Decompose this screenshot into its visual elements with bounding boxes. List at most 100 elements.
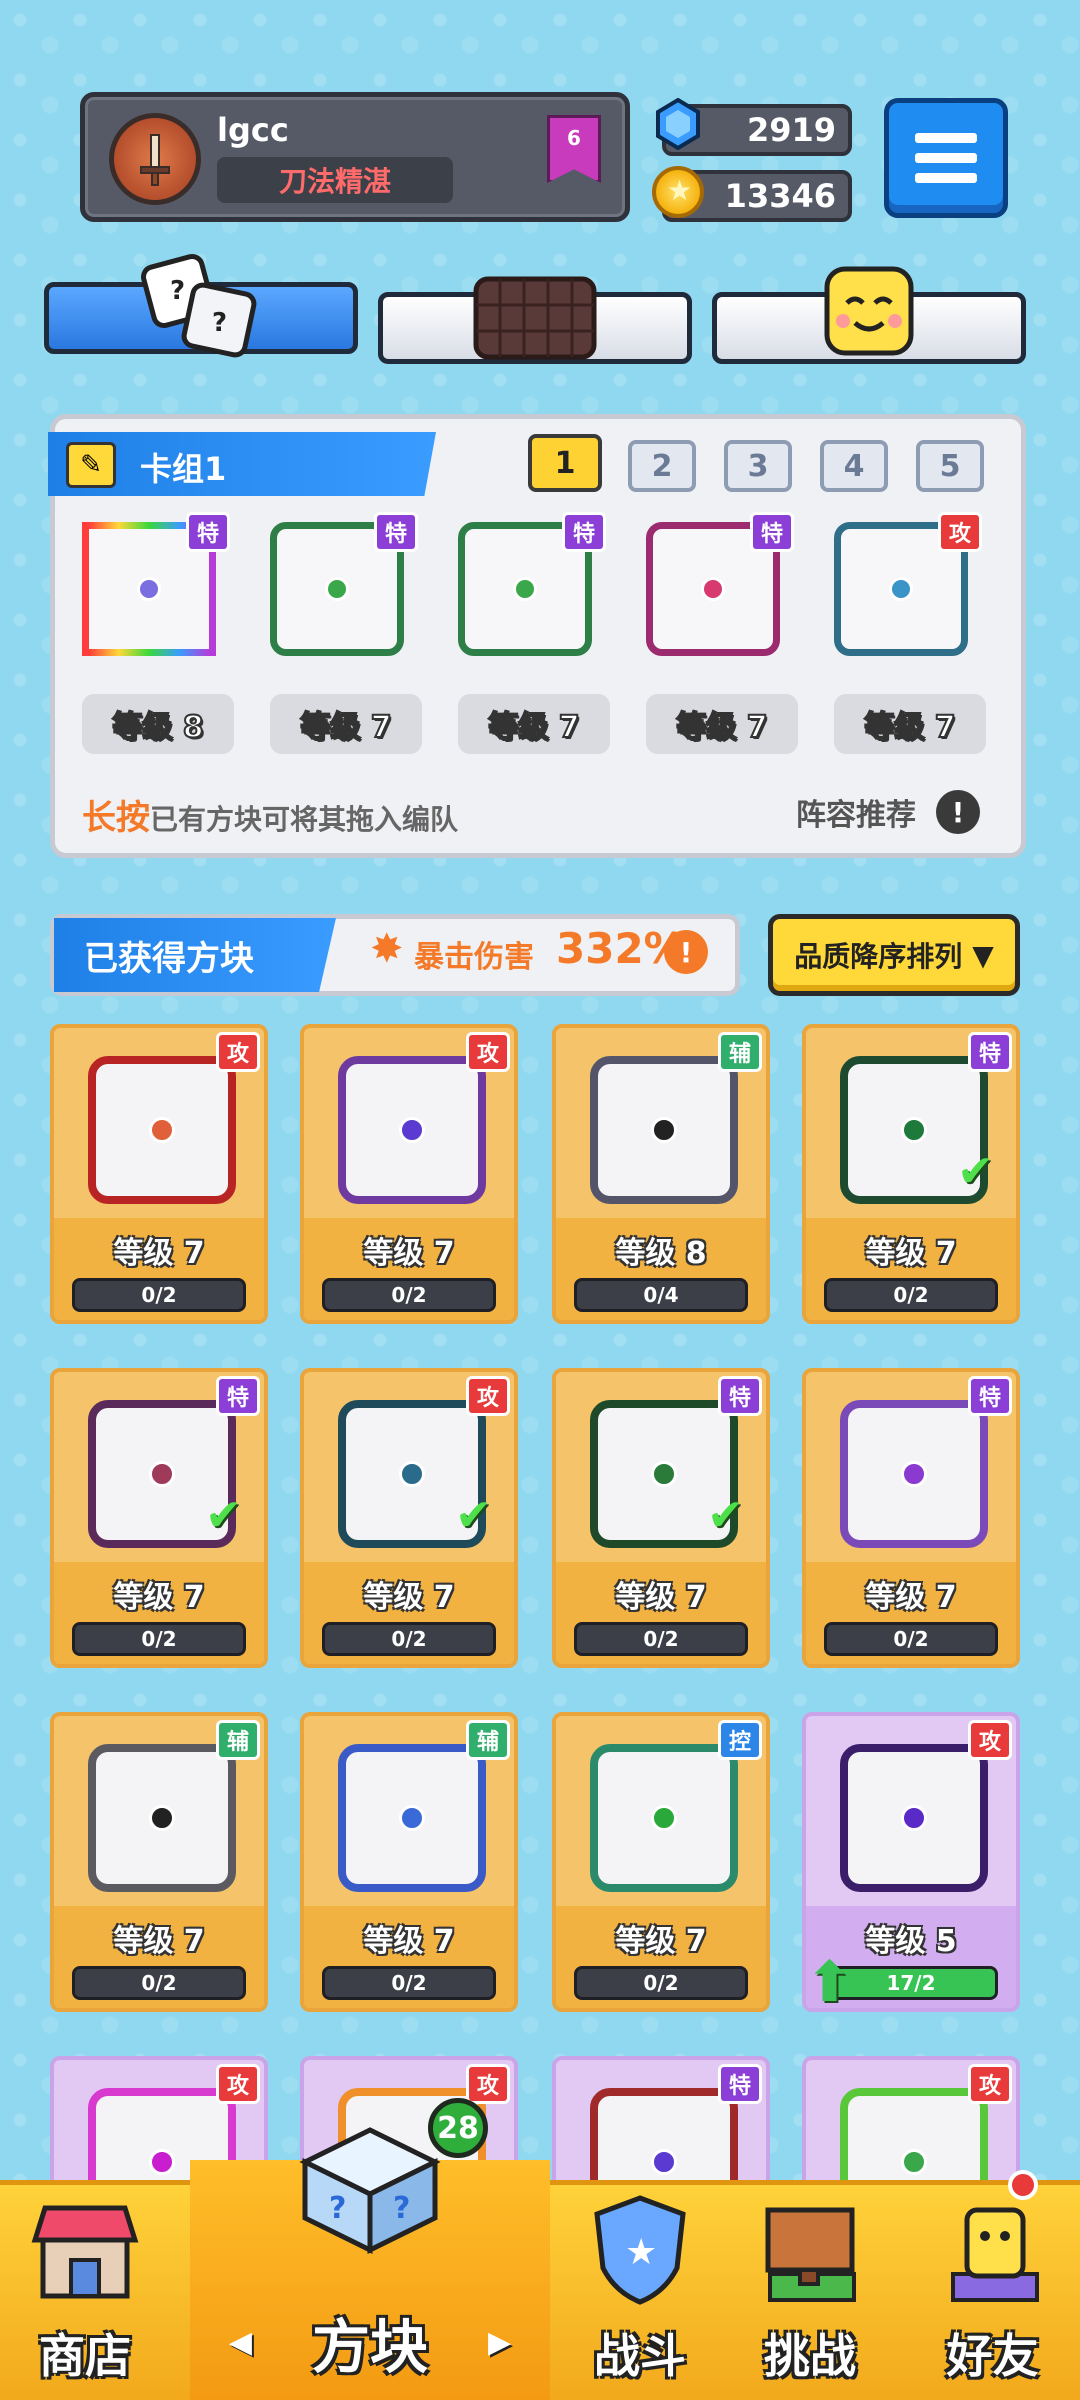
type-tag: 攻 bbox=[466, 1376, 510, 1416]
block-art bbox=[840, 1744, 988, 1892]
friend-robot-icon bbox=[950, 2207, 1039, 2302]
block-dot bbox=[399, 1805, 425, 1831]
block-card[interactable]: 辅等级 7 0/2 bbox=[300, 1712, 518, 2012]
recommend-lineup-button[interactable]: 阵容推荐 ! bbox=[796, 790, 980, 834]
block-dot bbox=[651, 2149, 677, 2175]
gem-icon bbox=[652, 97, 704, 151]
sort-label: 品质降序排列 bbox=[794, 940, 963, 973]
block-card[interactable]: 攻等级 5 17/2 ⬆ bbox=[802, 1712, 1020, 2012]
progress-text: 0/2 bbox=[391, 1971, 427, 1995]
block-dot bbox=[701, 577, 725, 601]
block-art bbox=[338, 1056, 486, 1204]
block-dot bbox=[149, 1117, 175, 1143]
block-art bbox=[590, 1744, 738, 1892]
nav-battle-label: 战斗 bbox=[594, 2329, 686, 2383]
block-card[interactable]: 攻等级 7 0/2 ✔ bbox=[300, 1368, 518, 1668]
signboard-icon bbox=[765, 2207, 856, 2302]
sort-button[interactable]: 品质降序排列 ▼ bbox=[768, 914, 1020, 996]
block-card[interactable]: 辅等级 8 0/4 bbox=[552, 1024, 770, 1324]
nav-shop[interactable]: 商店 bbox=[0, 2180, 170, 2400]
nav-blocks-label: 方块 bbox=[311, 2313, 428, 2381]
avatar[interactable] bbox=[109, 113, 201, 205]
card-progress: 0/2 bbox=[322, 1278, 496, 1312]
notification-dot-icon bbox=[1008, 2170, 1038, 2200]
card-progress: 0/2 bbox=[322, 1622, 496, 1656]
nav-challenge[interactable]: 挑战 bbox=[730, 2180, 890, 2400]
block-card[interactable]: 特等级 7 0/2 bbox=[802, 1368, 1020, 1668]
progress-text: 0/2 bbox=[893, 1627, 929, 1651]
type-tag: 攻 bbox=[938, 512, 982, 552]
type-tag: 攻 bbox=[216, 1032, 260, 1072]
deck-number-5[interactable]: 5 bbox=[916, 440, 984, 492]
card-level: 等级 7 bbox=[615, 1924, 707, 1959]
deck-number-1[interactable]: 1 bbox=[528, 434, 602, 492]
tab-emote[interactable] bbox=[712, 266, 1026, 364]
deck-slot[interactable]: 特 bbox=[440, 508, 610, 678]
block-art bbox=[88, 1056, 236, 1204]
card-progress: 0/2 bbox=[574, 1966, 748, 2000]
deck-number-3[interactable]: 3 bbox=[724, 440, 792, 492]
block-dot bbox=[651, 1805, 677, 1831]
crit-burst-icon: ✸ bbox=[370, 926, 404, 972]
nav-friends-label: 好友 bbox=[946, 2329, 1039, 2383]
profile-panel[interactable]: lgcc 刀法精湛 6 bbox=[80, 92, 630, 222]
progress-text: 0/2 bbox=[643, 1627, 679, 1651]
prev-arrow-icon[interactable]: ◀ bbox=[229, 2325, 252, 2360]
card-progress: 0/2 bbox=[72, 1278, 246, 1312]
block-card[interactable]: 攻等级 7 0/2 bbox=[300, 1024, 518, 1324]
next-arrow-icon[interactable]: ▶ bbox=[488, 2325, 511, 2360]
slot-level: 等级 7 bbox=[270, 694, 422, 754]
crit-info-icon[interactable]: ! bbox=[664, 930, 708, 974]
menu-button[interactable] bbox=[884, 98, 1008, 218]
nav-blocks[interactable]: ? ? ◀ 方块 ▶ bbox=[190, 2127, 550, 2400]
hint-text: 已有方块可将其拖入编队 bbox=[150, 803, 459, 836]
dice-icon: ? ? bbox=[141, 254, 257, 358]
type-tag: 攻 bbox=[968, 1720, 1012, 1760]
upgrade-arrow-icon[interactable]: ⬆ bbox=[806, 1950, 853, 2008]
chevron-down-icon: ▼ bbox=[972, 938, 994, 972]
type-tag: 辅 bbox=[216, 1720, 260, 1760]
rank-number: 6 bbox=[567, 126, 581, 150]
block-dot bbox=[901, 1461, 927, 1487]
card-progress: 0/2 bbox=[72, 1966, 246, 2000]
block-art bbox=[590, 1056, 738, 1204]
block-dot bbox=[901, 2149, 927, 2175]
rank-ribbon-icon[interactable]: 6 bbox=[547, 115, 601, 183]
slot-level: 等级 7 bbox=[646, 694, 798, 754]
deck-name: 卡组1 bbox=[140, 450, 227, 488]
block-dot bbox=[149, 2149, 175, 2175]
board-icon bbox=[473, 276, 597, 360]
card-level: 等级 7 bbox=[363, 1580, 455, 1615]
info-icon[interactable]: ! bbox=[936, 790, 980, 834]
progress-text: 0/2 bbox=[141, 1971, 177, 1995]
card-progress: 0/2 bbox=[824, 1622, 998, 1656]
tab-board[interactable] bbox=[378, 276, 692, 364]
block-card[interactable]: 辅等级 7 0/2 bbox=[50, 1712, 268, 2012]
card-progress: 0/4 bbox=[574, 1278, 748, 1312]
block-card[interactable]: 特等级 7 0/2 ✔ bbox=[50, 1368, 268, 1668]
block-art bbox=[840, 1400, 988, 1548]
block-card[interactable]: 控等级 7 0/2 bbox=[552, 1712, 770, 2012]
type-tag: 控 bbox=[718, 1720, 762, 1760]
nav-battle[interactable]: ★ 战斗 bbox=[560, 2180, 720, 2400]
deck-number-4[interactable]: 4 bbox=[820, 440, 888, 492]
edit-pencil-icon[interactable]: ✎ bbox=[66, 442, 116, 488]
check-icon: ✔ bbox=[957, 1146, 994, 1197]
slot-level: 等级 7 bbox=[458, 694, 610, 754]
deck-slot[interactable]: 攻 bbox=[816, 508, 986, 678]
deck-slot[interactable]: 特 bbox=[64, 508, 234, 678]
svg-text:?: ? bbox=[170, 276, 185, 306]
progress-text: 0/4 bbox=[643, 1283, 679, 1307]
deck-slot[interactable]: 特 bbox=[628, 508, 798, 678]
block-card[interactable]: 攻等级 7 0/2 bbox=[50, 1024, 268, 1324]
hint-bold: 长按 bbox=[82, 798, 150, 838]
block-card[interactable]: 特等级 7 0/2 ✔ bbox=[552, 1368, 770, 1668]
nav-friends[interactable]: 好友 bbox=[905, 2180, 1080, 2400]
card-level: 等级 7 bbox=[113, 1924, 205, 1959]
block-card[interactable]: 特等级 7 0/2 ✔ bbox=[802, 1024, 1020, 1324]
tab-dice[interactable]: ? ? bbox=[44, 254, 358, 358]
deck-number-2[interactable]: 2 bbox=[628, 440, 696, 492]
deck-slot[interactable]: 特 bbox=[252, 508, 422, 678]
type-tag: 攻 bbox=[466, 2064, 510, 2104]
block-dot bbox=[149, 1805, 175, 1831]
